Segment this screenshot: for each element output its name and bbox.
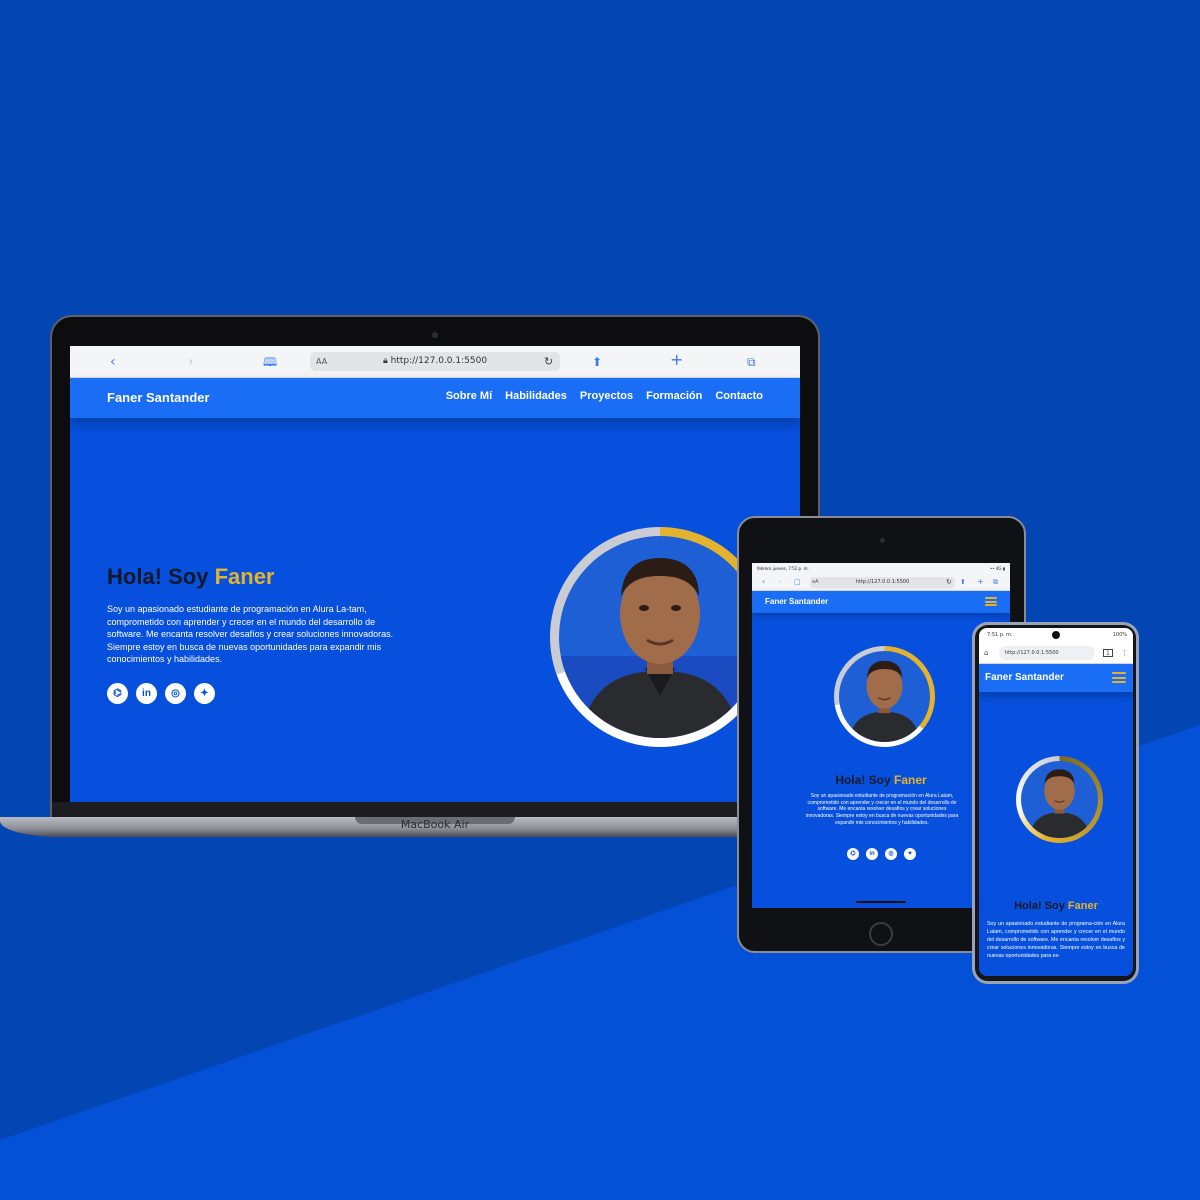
tablet-home-indicator <box>856 901 906 903</box>
phone-site-header: Faner Santander <box>979 664 1133 692</box>
hero-greeting: Hola! Soy <box>107 564 215 589</box>
phone-battery-level: 100% <box>1112 632 1127 638</box>
text-size-button[interactable]: aA <box>812 576 818 588</box>
laptop-screen: ‹ › 🕮 🔒︎ http://127.0.0.1:5500 AA ↻ ⬆ + … <box>70 346 800 802</box>
phone-address-bar[interactable]: http://127.0.0.1:5500 <box>999 646 1095 660</box>
tabs-icon[interactable]: ⧉ <box>747 353 756 371</box>
tablet-social-links: ⌬ in ◎ ✦ <box>847 848 916 860</box>
linkedin-icon[interactable]: in <box>136 683 157 704</box>
tablet-camera <box>880 538 885 543</box>
more-options-icon[interactable]: ⋮ <box>1121 646 1128 660</box>
laptop-camera <box>432 332 438 338</box>
site-header: Faner Santander Sobre Mí Habilidades Pro… <box>70 378 800 418</box>
phone-status-time: 7:51 p. m. <box>987 632 1013 638</box>
github-icon[interactable]: ⌬ <box>847 848 859 860</box>
reload-icon[interactable]: ↻ <box>544 352 553 371</box>
forward-icon[interactable]: › <box>188 353 194 371</box>
tablet-profile-photo <box>839 651 930 742</box>
address-bar[interactable]: 🔒︎ http://127.0.0.1:5500 <box>310 352 560 371</box>
plus-icon[interactable]: + <box>977 576 984 588</box>
tablet-status-bar: febrero jueves, 7:52 p. m. •• 4G ▮ <box>752 563 1010 574</box>
hamburger-menu-icon[interactable] <box>985 597 997 606</box>
tablet-address-bar[interactable]: http://127.0.0.1:5500 <box>810 577 955 588</box>
nav-contacto[interactable]: Contacto <box>715 390 763 402</box>
reload-icon[interactable]: ↻ <box>946 576 952 588</box>
tablet-url-text: http://127.0.0.1:5500 <box>855 579 910 585</box>
share-icon[interactable]: ⬆ <box>960 576 966 588</box>
hero-title: Hola! Soy Faner <box>107 564 275 590</box>
phone-browser-toolbar: ⌂ http://127.0.0.1:5500 1 ⋮ <box>979 642 1133 664</box>
tablet-browser-toolbar: ‹ › □ http://127.0.0.1:5500 aA ↻ ⬆ + ⧉ <box>752 574 1010 591</box>
phone-hero-greeting: Hola! Soy <box>1014 900 1068 912</box>
back-icon[interactable]: ‹ <box>110 353 116 371</box>
nav-menu: Sobre Mí Habilidades Proyectos Formación… <box>446 390 763 402</box>
browser-toolbar: ‹ › 🕮 🔒︎ http://127.0.0.1:5500 AA ↻ ⬆ + … <box>70 346 800 378</box>
url-text: http://127.0.0.1:5500 <box>390 356 488 366</box>
phone-hero-description: Soy un apasionado estudiante de programa… <box>987 921 1125 960</box>
social-links: ⌬ in ◎ ✦ <box>107 683 215 704</box>
text-size-button[interactable]: AA <box>316 352 327 371</box>
bookmarks-icon[interactable]: □ <box>794 576 801 588</box>
github-icon[interactable]: ⌬ <box>107 683 128 704</box>
phone-hero-title: Hola! Soy Faner <box>979 900 1133 912</box>
forward-icon[interactable]: › <box>778 576 781 588</box>
site-brand[interactable]: Faner Santander <box>107 390 210 405</box>
bookmarks-icon[interactable]: 🕮 <box>263 353 277 371</box>
phone-site-brand[interactable]: Faner Santander <box>985 672 1064 683</box>
laptop-chin <box>52 802 818 818</box>
nav-habilidades[interactable]: Habilidades <box>505 390 567 402</box>
hero-description: Soy un apasionado estudiante de programa… <box>107 604 394 664</box>
laptop-brand-label: MacBook Air <box>400 818 470 831</box>
nav-formacion[interactable]: Formación <box>646 390 702 402</box>
tab-count-button[interactable]: 1 <box>1103 649 1113 657</box>
phone-hero-name: Faner <box>1067 900 1098 912</box>
share-icon[interactable]: ⬆ <box>592 353 602 371</box>
tabs-icon[interactable]: ⧉ <box>993 576 998 588</box>
nav-proyectos[interactable]: Proyectos <box>580 390 633 402</box>
hamburger-menu-icon[interactable] <box>1112 672 1126 683</box>
tablet-status-indicators: •• 4G ▮ <box>989 566 1005 571</box>
hero-name: Faner <box>214 564 275 589</box>
phone-screen: 7:51 p. m. 100% ⌂ http://127.0.0.1:5500 … <box>979 628 1133 976</box>
phone-url-text: http://127.0.0.1:5500 <box>1005 650 1059 656</box>
instagram-icon[interactable]: ◎ <box>885 848 897 860</box>
phone-profile-photo <box>1021 761 1098 838</box>
home-icon[interactable]: ⌂ <box>984 646 988 660</box>
tablet-hero-description: Soy un apasionado estudiante de programa… <box>805 793 959 826</box>
profile-photo <box>559 536 761 738</box>
twitter-icon[interactable]: ✦ <box>904 848 916 860</box>
tablet-site-brand[interactable]: Faner Santander <box>765 597 828 606</box>
plus-icon[interactable]: + <box>670 351 683 369</box>
tablet-home-button[interactable] <box>869 922 893 946</box>
tablet-hero-name: Faner <box>894 773 927 787</box>
nav-sobre-mi[interactable]: Sobre Mí <box>446 390 492 402</box>
lock-icon: 🔒︎ <box>382 356 388 366</box>
tablet-hero-greeting: Hola! Soy <box>835 773 894 787</box>
tablet-status-time: febrero jueves, 7:52 p. m. <box>757 566 809 571</box>
phone-camera <box>1052 631 1060 639</box>
tablet-site-header: Faner Santander <box>752 591 1010 613</box>
twitter-icon[interactable]: ✦ <box>194 683 215 704</box>
instagram-icon[interactable]: ◎ <box>165 683 186 704</box>
back-icon[interactable]: ‹ <box>762 576 765 588</box>
linkedin-icon[interactable]: in <box>866 848 878 860</box>
